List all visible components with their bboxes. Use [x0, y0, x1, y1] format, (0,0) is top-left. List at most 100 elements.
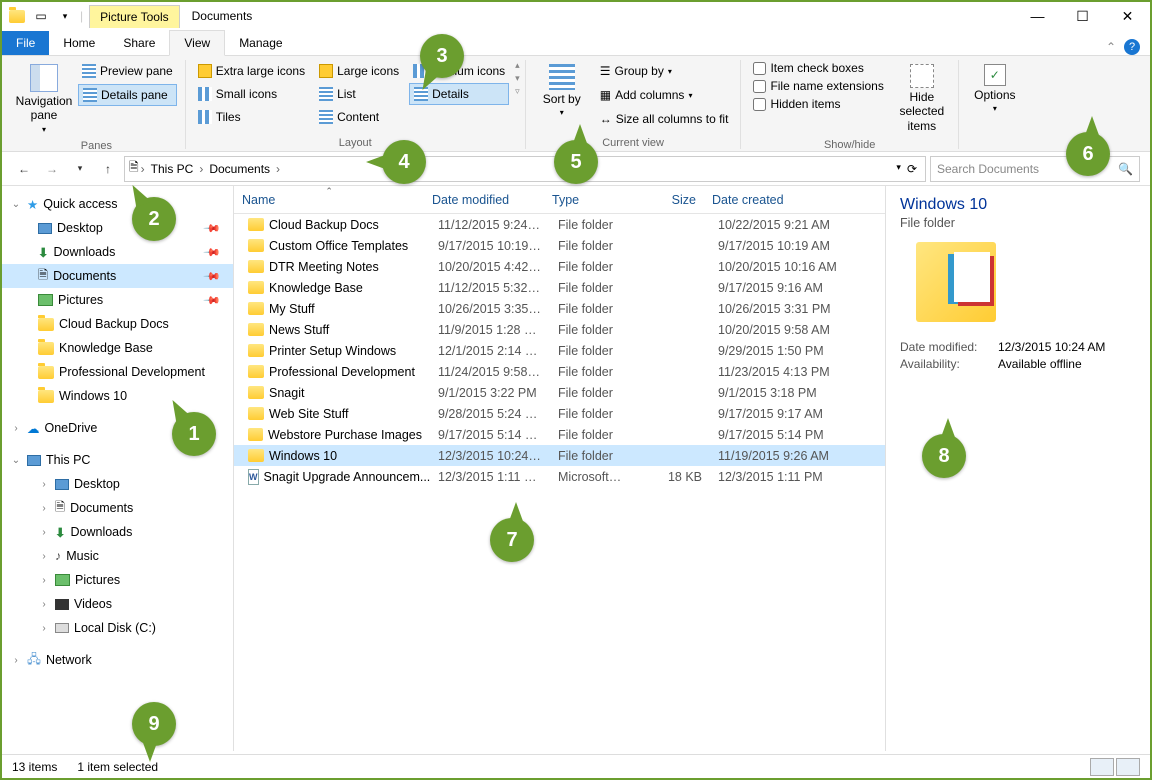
file-row[interactable]: Webstore Purchase Images9/17/2015 5:14 P… — [234, 424, 885, 445]
nav-windows-10[interactable]: Windows 10 — [2, 384, 233, 408]
layout-list[interactable]: List — [315, 83, 403, 105]
nav-pc-downloads[interactable]: ›⬇Downloads — [2, 520, 233, 544]
file-row[interactable]: WSnagit Upgrade Announcem...12/3/2015 1:… — [234, 466, 885, 487]
file-date-created: 9/1/2015 3:18 PM — [710, 386, 850, 400]
group-by-button[interactable]: ☰Group by ▾ — [596, 60, 733, 82]
file-extensions-toggle[interactable]: File name extensions — [749, 78, 887, 94]
file-date-created: 11/23/2015 4:13 PM — [710, 365, 850, 379]
file-type: Microsoft ... — [550, 470, 630, 484]
details-pane-button[interactable]: Details pane — [78, 84, 177, 106]
layout-small[interactable]: Small icons — [194, 83, 309, 105]
tab-view[interactable]: View — [169, 30, 225, 56]
help-icon[interactable]: ? — [1124, 39, 1140, 55]
column-size[interactable]: Size — [624, 193, 704, 207]
file-date-modified: 9/17/2015 5:14 PM — [430, 428, 550, 442]
chevron-right-icon[interactable]: › — [199, 162, 203, 176]
scroll-up-icon[interactable]: ▴ — [515, 60, 520, 71]
chevron-right-icon[interactable]: › — [141, 162, 145, 176]
nav-cloud-backup[interactable]: Cloud Backup Docs — [2, 312, 233, 336]
layout-large[interactable]: Large icons — [315, 60, 403, 82]
navigation-pane: ⌄★Quick access Desktop📌 ⬇Downloads📌 🗎Doc… — [2, 186, 234, 751]
file-name: Cloud Backup Docs — [269, 218, 379, 232]
navigation-pane-button[interactable]: Navigation pane ▾ — [16, 60, 72, 138]
nav-pc-desktop[interactable]: ›Desktop — [2, 472, 233, 496]
nav-documents[interactable]: 🗎Documents📌 — [2, 264, 233, 288]
back-button[interactable]: ← — [12, 157, 36, 181]
up-button[interactable]: ↑ — [96, 157, 120, 181]
collapse-ribbon-icon[interactable]: ⌃ — [1106, 40, 1116, 54]
nav-knowledge-base[interactable]: Knowledge Base — [2, 336, 233, 360]
file-row[interactable]: Snagit9/1/2015 3:22 PMFile folder9/1/201… — [234, 382, 885, 403]
status-item-count: 13 items — [12, 760, 57, 774]
breadcrumb-this-pc[interactable]: This PC — [147, 159, 198, 179]
item-checkboxes-toggle[interactable]: Item check boxes — [749, 60, 887, 76]
expand-gallery-icon[interactable]: ▿ — [515, 86, 520, 97]
tab-home[interactable]: Home — [49, 31, 109, 55]
size-columns-button[interactable]: ↔Size all columns to fit — [596, 108, 733, 130]
tab-manage[interactable]: Manage — [225, 31, 296, 55]
folder-icon — [248, 386, 264, 399]
nav-network[interactable]: ›🖧Network — [2, 648, 233, 672]
pin-icon: 📌 — [203, 243, 222, 262]
layout-content[interactable]: Content — [315, 106, 403, 128]
refresh-icon[interactable]: ⟳ — [907, 162, 917, 176]
location-icon: 🗎 — [129, 158, 139, 179]
tab-share[interactable]: Share — [109, 31, 169, 55]
file-name: Printer Setup Windows — [269, 344, 396, 358]
address-dropdown-icon[interactable]: ▾ — [896, 162, 901, 176]
tab-file[interactable]: File — [2, 31, 49, 55]
file-row[interactable]: Windows 1012/3/2015 10:24 AMFile folder1… — [234, 445, 885, 466]
disk-icon — [55, 623, 69, 633]
breadcrumb-documents[interactable]: Documents — [205, 159, 274, 179]
nav-quick-access[interactable]: ⌄★Quick access — [2, 192, 233, 216]
preview-pane-button[interactable]: Preview pane — [78, 60, 177, 82]
column-name[interactable]: Name⌃ — [234, 193, 424, 207]
forward-button[interactable]: → — [40, 157, 64, 181]
hidden-items-toggle[interactable]: Hidden items — [749, 96, 887, 112]
file-name: Professional Development — [269, 365, 415, 379]
column-type[interactable]: Type — [544, 193, 624, 207]
this-pc-icon — [27, 455, 41, 466]
nav-pc-pictures[interactable]: ›Pictures — [2, 568, 233, 592]
nav-pc-documents[interactable]: ›🗎Documents — [2, 496, 233, 520]
column-date-created[interactable]: Date created — [704, 193, 844, 207]
sort-by-button[interactable]: Sort by ▾ — [534, 60, 590, 121]
nav-desktop[interactable]: Desktop📌 — [2, 216, 233, 240]
nav-downloads[interactable]: ⬇Downloads📌 — [2, 240, 233, 264]
hide-selected-button[interactable]: Hide selected items — [894, 60, 950, 137]
view-thumbnails-toggle[interactable] — [1116, 758, 1140, 776]
view-details-toggle[interactable] — [1090, 758, 1114, 776]
close-button[interactable]: ✕ — [1105, 2, 1150, 30]
file-row[interactable]: Custom Office Templates9/17/2015 10:19 A… — [234, 235, 885, 256]
file-row[interactable]: My Stuff10/26/2015 3:35 PMFile folder10/… — [234, 298, 885, 319]
nav-professional-dev[interactable]: Professional Development — [2, 360, 233, 384]
file-row[interactable]: Knowledge Base11/12/2015 5:32 PMFile fol… — [234, 277, 885, 298]
file-row[interactable]: Web Site Stuff9/28/2015 5:24 PMFile fold… — [234, 403, 885, 424]
file-row[interactable]: Professional Development11/24/2015 9:58 … — [234, 361, 885, 382]
props-icon[interactable]: ▭ — [32, 7, 50, 25]
column-headers[interactable]: Name⌃ Date modified Type Size Date creat… — [234, 186, 885, 214]
nav-pc-localdisk[interactable]: ›Local Disk (C:) — [2, 616, 233, 640]
layout-extra-large[interactable]: Extra large icons — [194, 60, 309, 82]
breadcrumb[interactable]: 🗎 › This PC › Documents › ▾ ⟳ — [124, 156, 926, 182]
nav-pc-videos[interactable]: ›Videos — [2, 592, 233, 616]
layout-tiles[interactable]: Tiles — [194, 106, 309, 128]
file-row[interactable]: News Stuff11/9/2015 1:28 PMFile folder10… — [234, 319, 885, 340]
add-columns-icon: ▦ — [600, 88, 611, 102]
callout-7: 7 — [490, 518, 534, 562]
file-row[interactable]: Printer Setup Windows12/1/2015 2:14 PMFi… — [234, 340, 885, 361]
chevron-right-icon[interactable]: › — [276, 162, 280, 176]
nav-pc-music[interactable]: ›♪Music — [2, 544, 233, 568]
recent-dropdown[interactable]: ▾ — [68, 157, 92, 181]
column-date-modified[interactable]: Date modified — [424, 193, 544, 207]
file-row[interactable]: DTR Meeting Notes10/20/2015 4:42 PMFile … — [234, 256, 885, 277]
options-button[interactable]: ✓ Options ▾ — [967, 60, 1023, 117]
file-name: Snagit Upgrade Announcem... — [264, 470, 431, 484]
minimize-button[interactable]: — — [1015, 2, 1060, 30]
maximize-button[interactable]: ☐ — [1060, 2, 1105, 30]
qat-dropdown-icon[interactable]: ▾ — [56, 7, 74, 25]
nav-pictures[interactable]: Pictures📌 — [2, 288, 233, 312]
file-row[interactable]: Cloud Backup Docs11/12/2015 9:24 AMFile … — [234, 214, 885, 235]
scroll-down-icon[interactable]: ▾ — [515, 73, 520, 84]
add-columns-button[interactable]: ▦Add columns ▾ — [596, 84, 733, 106]
